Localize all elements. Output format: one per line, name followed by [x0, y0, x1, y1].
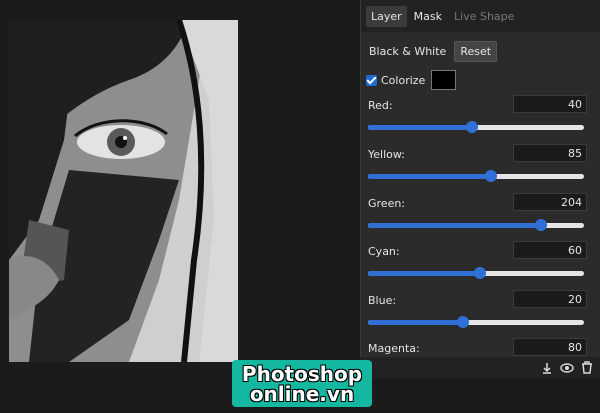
param-label: Red: [368, 99, 393, 112]
param-label: Cyan: [368, 245, 400, 258]
param-label: Yellow: [368, 148, 405, 161]
canvas-photo[interactable] [9, 20, 238, 362]
adjustment-title: Black & White [369, 45, 447, 58]
properties-panel: Layer Mask Live Shape Black & White Rese… [360, 0, 600, 378]
green-value-input[interactable] [513, 193, 587, 211]
param-label: Green: [368, 197, 406, 210]
watermark-line2: online.vn [249, 382, 355, 406]
param-label: Magenta: [368, 342, 420, 355]
eye-icon[interactable] [560, 361, 574, 375]
merge-down-icon[interactable] [540, 361, 554, 375]
bw-row: Black & White Reset [369, 41, 498, 62]
panel-bottom-bar [360, 357, 600, 378]
reset-button[interactable]: Reset [454, 41, 498, 62]
red-slider[interactable] [368, 121, 584, 133]
tab-layer[interactable]: Layer [366, 5, 407, 27]
panel-tabs: Layer Mask Live Shape [361, 0, 600, 32]
green-slider[interactable] [368, 219, 584, 231]
tab-mask[interactable]: Mask [409, 6, 447, 27]
magenta-value-input[interactable] [513, 338, 587, 356]
colorize-checkbox[interactable] [366, 74, 377, 86]
blue-slider-thumb[interactable] [457, 316, 470, 328]
param-label: Blue: [368, 294, 397, 307]
red-value-input[interactable] [513, 95, 587, 113]
yellow-slider[interactable] [368, 170, 584, 182]
cyan-value-input[interactable] [513, 241, 587, 259]
watermark-logo: Photoshop online.vn [232, 360, 372, 407]
tint-color-swatch[interactable] [431, 70, 457, 90]
red-slider-thumb[interactable] [465, 121, 478, 133]
colorize-row: Colorize [366, 70, 457, 90]
trash-icon[interactable] [580, 361, 594, 375]
blue-slider[interactable] [368, 316, 584, 328]
blue-value-input[interactable] [513, 290, 587, 308]
cyan-slider-thumb[interactable] [474, 267, 487, 279]
yellow-slider-thumb[interactable] [485, 170, 498, 182]
green-slider-thumb[interactable] [534, 219, 547, 231]
colorize-label: Colorize [381, 73, 426, 87]
yellow-value-input[interactable] [513, 144, 587, 162]
tab-live-shape[interactable]: Live Shape [449, 6, 519, 27]
cyan-slider[interactable] [368, 267, 584, 279]
face-image [9, 20, 238, 362]
